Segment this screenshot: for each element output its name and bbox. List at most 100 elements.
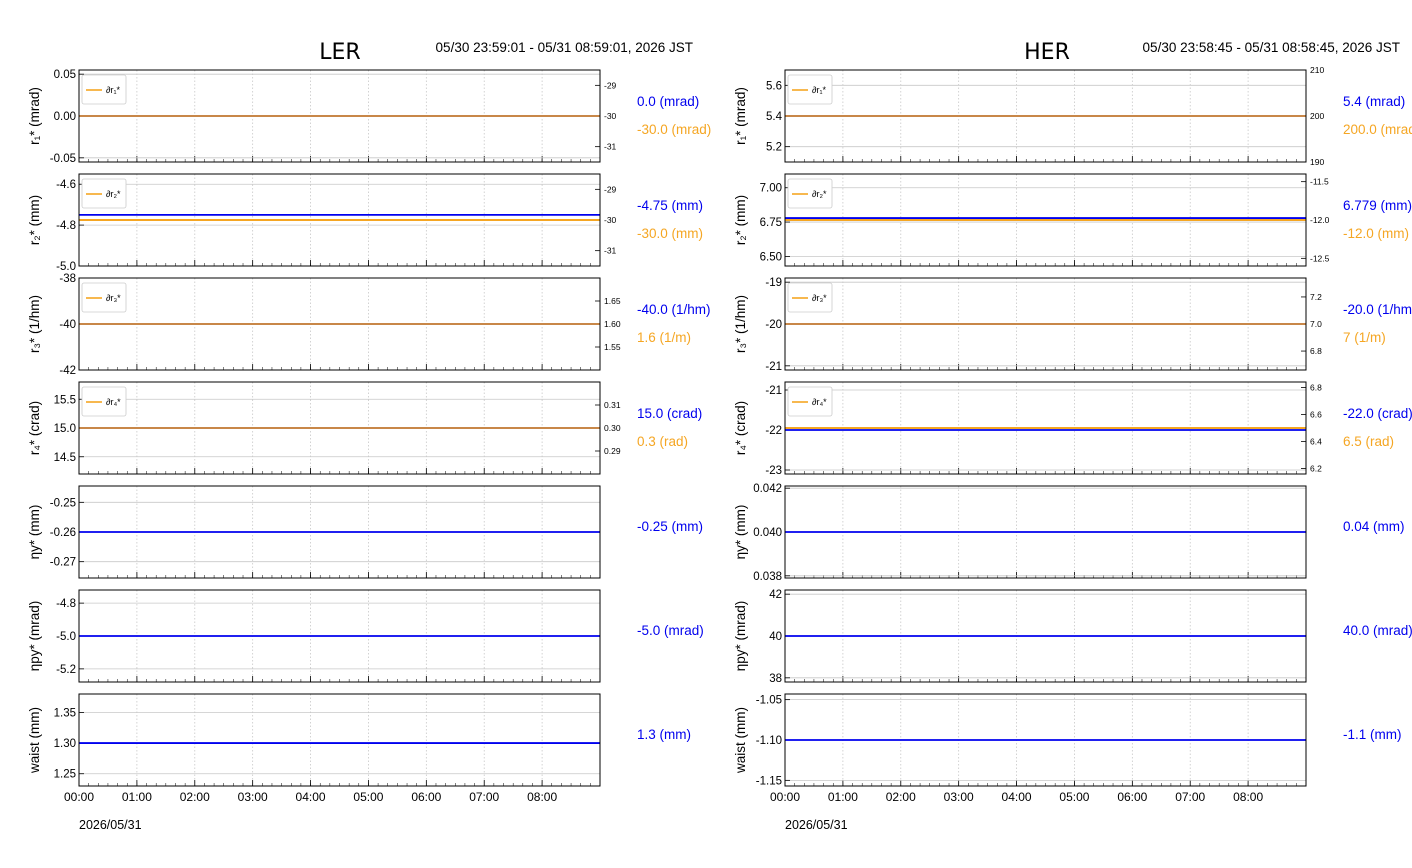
secondary-readout: -12.0 (mm) bbox=[1343, 226, 1409, 241]
primary-readout: -22.0 (crad) bbox=[1343, 406, 1412, 421]
x-tick-label: 01:00 bbox=[122, 790, 152, 804]
y-axis-label: ηpy* (mrad) bbox=[733, 601, 748, 672]
subplot-2: 7.00 6.75 6.50 -11.5 -12.0 -12.5 -12.0 (mm) ∂r₂… bbox=[733, 173, 1412, 267]
secondary-y-tick-label: 0.30 bbox=[604, 423, 621, 433]
date-label: 2026/05/31 bbox=[79, 818, 142, 832]
y-tick-label: -1.10 bbox=[756, 735, 782, 747]
secondary-y-tick-label: 1.60 bbox=[604, 319, 621, 329]
y-axis-label: ηpy* (mrad) bbox=[27, 601, 42, 672]
y-axis-label: r₁* (mrad) bbox=[733, 87, 748, 145]
y-tick-label: 5.2 bbox=[766, 142, 782, 154]
y-tick-label: -5.0 bbox=[56, 631, 76, 643]
time-range-label: 05/30 23:59:01 - 05/31 08:59:01, 2026 JS… bbox=[436, 40, 693, 55]
y-axis-label: waist (mm) bbox=[733, 707, 748, 774]
y-tick-label: 14.5 bbox=[54, 452, 76, 464]
secondary-y-tick-label: -29 bbox=[604, 184, 617, 194]
y-tick-label: 40 bbox=[769, 631, 782, 643]
dashboard-figure: LER 05/30 23:59:01 - 05/31 08:59:01, 2026… bbox=[27, 40, 1412, 832]
y-tick-label: 15.0 bbox=[54, 423, 76, 435]
x-tick-label: 07:00 bbox=[1175, 790, 1205, 804]
y-tick-label: -0.27 bbox=[50, 557, 76, 569]
subplot-6: 42 40 38 ηpy* (mrad) 40.0 (mrad) bbox=[733, 589, 1412, 685]
y-tick-label: -1.15 bbox=[756, 775, 782, 787]
primary-readout: 5.4 (mrad) bbox=[1343, 94, 1405, 109]
x-tick-label: 07:00 bbox=[469, 790, 499, 804]
x-tick-label: 03:00 bbox=[944, 790, 974, 804]
secondary-y-tick-label: 6.8 bbox=[1310, 382, 1322, 392]
y-tick-label: 1.35 bbox=[54, 707, 76, 719]
primary-readout: -4.75 (mm) bbox=[637, 198, 703, 213]
y-axis-label: r₂* (mm) bbox=[733, 195, 748, 245]
primary-readout: 1.3 (mm) bbox=[637, 727, 691, 742]
chart-canvas: LER 05/30 23:59:01 - 05/31 08:59:01, 2026… bbox=[0, 0, 1412, 864]
secondary-readout: -30.0 (mm) bbox=[637, 226, 703, 241]
legend-label: ∂r₂* bbox=[812, 189, 827, 199]
axes-frame bbox=[78, 693, 601, 787]
primary-readout: -40.0 (1/hm) bbox=[637, 302, 711, 317]
chart-title: HER bbox=[1024, 40, 1070, 65]
y-tick-label: 5.6 bbox=[766, 80, 782, 92]
secondary-y-tick-label: -11.5 bbox=[1310, 177, 1329, 187]
secondary-y-tick-label: 7.0 bbox=[1310, 319, 1322, 329]
y-tick-label: 6.75 bbox=[760, 217, 782, 229]
secondary-y-tick-label: -29 bbox=[604, 80, 617, 90]
subplot-7: 1.35 1.30 1.25 waist (mm) 1.3 (mm) bbox=[27, 693, 691, 787]
y-tick-label: -40 bbox=[59, 319, 76, 331]
y-axis-label: waist (mm) bbox=[27, 707, 42, 774]
y-tick-label: 38 bbox=[769, 673, 782, 685]
y-tick-label: -4.8 bbox=[56, 220, 76, 232]
secondary-y-tick-label: 6.2 bbox=[1310, 464, 1322, 474]
subplot-1: 5.6 5.4 5.2 210 200 190 200.0 (mrad) ∂r₁* r₁* (m… bbox=[733, 65, 1412, 167]
secondary-y-tick-label: 6.4 bbox=[1310, 437, 1322, 447]
legend: ∂r₁* bbox=[787, 74, 833, 105]
secondary-readout: 1.6 (1/m) bbox=[637, 330, 691, 345]
x-tick-label: 04:00 bbox=[1002, 790, 1032, 804]
y-tick-label: -21 bbox=[765, 361, 782, 373]
secondary-y-tick-label: 6.8 bbox=[1310, 346, 1322, 356]
secondary-y-tick-label: 210 bbox=[1310, 65, 1324, 75]
secondary-y-tick-label: -30 bbox=[604, 111, 617, 121]
chart-panel-her: HER 05/30 23:58:45 - 05/31 08:58:45, 2026… bbox=[733, 40, 1412, 832]
y-tick-label: 0.05 bbox=[54, 69, 76, 81]
y-tick-label: -1.05 bbox=[756, 695, 782, 707]
x-tick-label: 06:00 bbox=[411, 790, 441, 804]
y-axis-label: ηy* (mm) bbox=[733, 505, 748, 560]
secondary-readout: 7 (1/m) bbox=[1343, 330, 1386, 345]
x-tick-label: 04:00 bbox=[296, 790, 326, 804]
y-tick-label: -4.6 bbox=[56, 179, 76, 191]
legend: ∂r₂* bbox=[81, 178, 127, 209]
secondary-readout: 6.5 (rad) bbox=[1343, 434, 1394, 449]
subplot-3: -38 -40 -42 1.65 1.60 1.55 1.6 (1/m) ∂r₃* r₃* (1… bbox=[27, 273, 711, 377]
y-axis-label: r₄* (crad) bbox=[733, 401, 748, 455]
secondary-y-tick-label: 7.2 bbox=[1310, 292, 1322, 302]
x-tick-label: 05:00 bbox=[1059, 790, 1089, 804]
legend: ∂r₃* bbox=[81, 282, 127, 313]
secondary-y-tick-label: 1.55 bbox=[604, 342, 621, 352]
legend-label: ∂r₄* bbox=[106, 397, 121, 407]
secondary-y-tick-label: 6.6 bbox=[1310, 409, 1322, 419]
y-tick-label: 0.042 bbox=[753, 483, 782, 495]
y-axis-label: r₃* (1/hm) bbox=[733, 295, 748, 353]
y-tick-label: 1.25 bbox=[54, 769, 76, 781]
x-tick-label: 00:00 bbox=[770, 790, 800, 804]
y-tick-label: 6.50 bbox=[760, 251, 782, 263]
y-tick-label: 7.00 bbox=[760, 183, 782, 195]
primary-readout: 0.04 (mm) bbox=[1343, 519, 1405, 534]
secondary-readout: 0.3 (rad) bbox=[637, 434, 688, 449]
y-tick-label: 0.038 bbox=[753, 571, 782, 583]
secondary-y-tick-label: -31 bbox=[604, 142, 617, 152]
secondary-y-tick-label: -12.0 bbox=[1310, 215, 1330, 225]
y-tick-label: -22 bbox=[765, 425, 782, 437]
y-tick-label: -4.8 bbox=[56, 598, 76, 610]
x-tick-label: 05:00 bbox=[353, 790, 383, 804]
y-axis-label: ηy* (mm) bbox=[27, 505, 42, 560]
y-axis-label: r₂* (mm) bbox=[27, 195, 42, 245]
legend-label: ∂r₁* bbox=[812, 85, 826, 95]
y-tick-label: -23 bbox=[765, 465, 782, 477]
secondary-y-tick-label: -12.5 bbox=[1310, 253, 1330, 263]
legend-label: ∂r₃* bbox=[812, 293, 827, 303]
y-tick-label: 0.040 bbox=[753, 527, 782, 539]
chart-panel-ler: LER 05/30 23:59:01 - 05/31 08:59:01, 2026… bbox=[27, 40, 711, 832]
y-tick-label: -0.25 bbox=[50, 497, 76, 509]
primary-readout: -20.0 (1/hm) bbox=[1343, 302, 1412, 317]
